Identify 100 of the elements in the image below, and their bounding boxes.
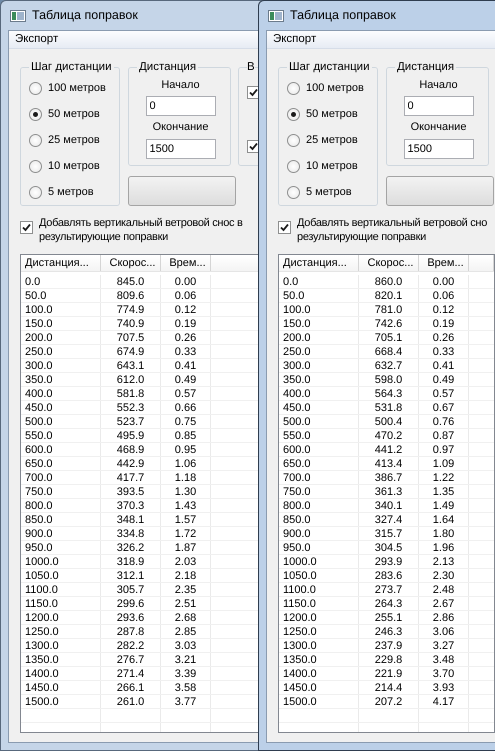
blank-button[interactable] [128, 176, 236, 206]
table-cell: 350.0 [279, 373, 359, 386]
radio-label[interactable]: 5 метров [48, 184, 94, 201]
table-cell: 1150.0 [279, 597, 359, 610]
menu-item[interactable]: Экспорт [13, 30, 60, 48]
table-cell: 0.76 [419, 415, 469, 428]
table-cell: 340.1 [359, 499, 419, 512]
table-cell: 781.0 [359, 303, 419, 316]
table-cell: 327.4 [359, 513, 419, 526]
column-header[interactable]: Врем... [161, 255, 211, 271]
column-header[interactable]: Врем... [419, 255, 469, 271]
window-icon [10, 10, 26, 22]
table-cell: 304.5 [359, 541, 419, 554]
table-cell: 348.1 [101, 513, 161, 526]
table-cell: 643.1 [101, 359, 161, 372]
checkbox[interactable] [278, 221, 291, 234]
table-cell: 2.85 [161, 625, 211, 638]
table-cell: 326.2 [101, 541, 161, 554]
input-field[interactable]: 1500 [146, 138, 216, 158]
table-cell: 50.0 [279, 289, 359, 302]
table-cell: 300.0 [21, 359, 101, 372]
window-title: Таблица поправок [290, 7, 396, 24]
checkbox-label[interactable]: Добавлять вертикальный ветровой снос в результирующие поправки [39, 216, 243, 244]
table-cell: 0.12 [161, 303, 211, 316]
table-cell: 1.57 [161, 513, 211, 526]
radio-button[interactable] [29, 82, 42, 95]
table-cell: 707.5 [101, 331, 161, 344]
table-cell: 0.06 [419, 289, 469, 302]
checkbox[interactable] [20, 221, 33, 234]
table-cell: 550.0 [21, 429, 101, 442]
radio-button[interactable] [29, 134, 42, 147]
field-label: Начало [161, 78, 200, 92]
radio-label[interactable]: 50 метров [306, 106, 358, 123]
table-cell: 820.1 [359, 289, 419, 302]
radio-label[interactable]: 5 метров [306, 184, 352, 201]
radio-button[interactable] [287, 82, 300, 95]
table-cell: 600.0 [279, 443, 359, 456]
table-cell: 3.58 [161, 681, 211, 694]
input-field[interactable]: 0 [404, 96, 474, 116]
checkbox-label[interactable]: Добавлять вертикальный ветровой сно результирующие поправки [297, 216, 488, 244]
table-cell: 442.9 [101, 457, 161, 470]
table-cell: 237.9 [359, 639, 419, 652]
radio-label[interactable]: 25 метров [306, 132, 358, 149]
radio-button[interactable] [287, 160, 300, 173]
table-cell: 3.70 [419, 667, 469, 680]
radio-label[interactable]: 25 метров [48, 132, 100, 149]
column-header[interactable]: Скорос... [359, 255, 419, 271]
radio-button[interactable] [287, 186, 300, 199]
table-cell: 1.22 [419, 471, 469, 484]
table-cell: 450.0 [21, 401, 101, 414]
radio-button[interactable] [287, 108, 300, 121]
table-cell: 470.2 [359, 429, 419, 442]
table-cell: 705.1 [359, 331, 419, 344]
radio-label[interactable]: 50 метров [48, 106, 100, 123]
table-cell: 1150.0 [21, 597, 101, 610]
column-header[interactable]: Дистанция... [21, 255, 101, 271]
table-cell: 1.80 [419, 527, 469, 540]
field-label: Начало [419, 78, 458, 92]
radio-label[interactable]: 100 метров [306, 80, 364, 97]
table-cell: 229.8 [359, 653, 419, 666]
radio-button[interactable] [29, 186, 42, 199]
radio-button[interactable] [29, 108, 42, 121]
table-cell: 1.35 [419, 485, 469, 498]
column-header[interactable]: Дистанция... [279, 255, 359, 271]
input-field[interactable]: 1500 [404, 138, 474, 158]
table-cell: 334.8 [101, 527, 161, 540]
table-cell: 809.6 [101, 289, 161, 302]
table-cell: 598.0 [359, 373, 419, 386]
table-cell: 0.00 [419, 275, 469, 288]
table-cell: 850.0 [21, 513, 101, 526]
table-cell: 276.7 [101, 653, 161, 666]
radio-label[interactable]: 10 метров [48, 158, 100, 175]
table-cell: 1.06 [161, 457, 211, 470]
table-cell: 100.0 [279, 303, 359, 316]
table-cell: 1250.0 [279, 625, 359, 638]
table-cell: 1.09 [419, 457, 469, 470]
column-header[interactable]: Скорос... [101, 255, 161, 271]
table-cell: 531.8 [359, 401, 419, 414]
table-cell: 600.0 [21, 443, 101, 456]
table-cell: 668.4 [359, 345, 419, 358]
radio-button[interactable] [287, 134, 300, 147]
table-cell: 1500.0 [21, 695, 101, 708]
blank-button[interactable] [386, 176, 494, 206]
table-cell: 1300.0 [279, 639, 359, 652]
radio-button[interactable] [29, 160, 42, 173]
table-cell: 500.0 [21, 415, 101, 428]
table-cell: 1.18 [161, 471, 211, 484]
input-field[interactable]: 0 [146, 96, 216, 116]
table-cell: 305.7 [101, 583, 161, 596]
window-title: Таблица поправок [32, 7, 138, 24]
table-cell: 774.9 [101, 303, 161, 316]
radio-label[interactable]: 100 метров [48, 80, 106, 97]
table-cell: 523.7 [101, 415, 161, 428]
radio-label[interactable]: 10 метров [306, 158, 358, 175]
table-cell: 0.06 [161, 289, 211, 302]
table-cell: 2.18 [161, 569, 211, 582]
table-cell: 441.2 [359, 443, 419, 456]
table-cell: 0.19 [419, 317, 469, 330]
table-cell: 1050.0 [21, 569, 101, 582]
table-cell: 1450.0 [21, 681, 101, 694]
